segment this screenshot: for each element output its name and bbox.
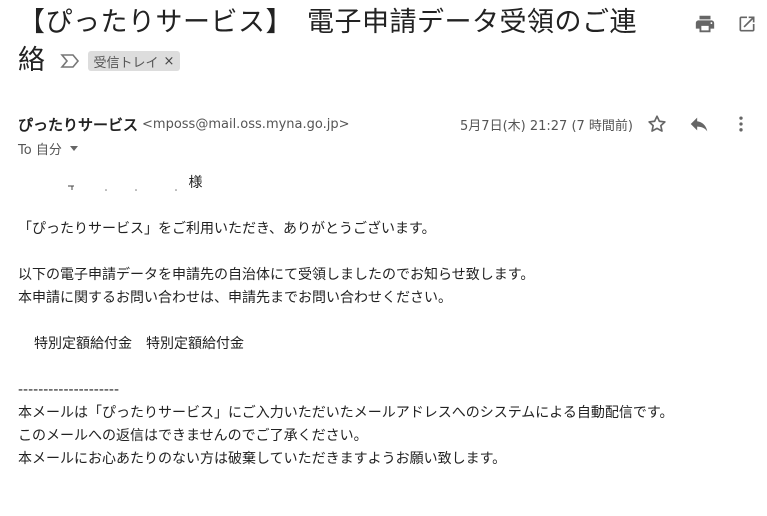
importance-marker-icon[interactable]	[59, 52, 80, 70]
body-divider: --------------------	[18, 382, 120, 398]
email-subject-area: 【ぴったりサービス】 電子申請データ受領のご連 絡 受信トレイ ×	[18, 4, 658, 80]
body-line-1: 「ぴったりサービス」をご利用いただき、ありがとうございます。	[18, 221, 436, 237]
body-line-2: 以下の電子申請データを申請先の自治体にて受領しましたのでお知らせ致します。	[18, 267, 535, 283]
to-label: To 自分	[18, 143, 62, 158]
star-icon[interactable]	[645, 112, 669, 136]
more-vert-icon[interactable]	[729, 112, 753, 136]
email-subject-line-2: 絡	[18, 45, 46, 76]
remove-label-icon[interactable]: ×	[164, 54, 175, 69]
sender-row: ぴったりサービス <mposs@mail.oss.myna.go.jp> 5月7…	[18, 112, 753, 136]
inbox-label-chip: 受信トレイ ×	[87, 51, 181, 71]
message-actions	[645, 112, 753, 136]
email-subject-line-2-row: 絡 受信トレイ ×	[18, 42, 658, 80]
redacted-name	[66, 178, 184, 191]
footer-line-2: このメールへの返信はできませんのでご了承ください。	[18, 428, 368, 444]
footer-line-1: 本メールは「ぴったりサービス」にご入力いただいたメールアドレスへのシステムによる…	[18, 405, 674, 421]
footer-line-3: 本メールにお心あたりのない方は破棄していただきますようお願い致します。	[18, 451, 507, 467]
print-icon[interactable]	[693, 12, 717, 36]
chevron-down-icon	[69, 146, 78, 151]
sender-email: <mposs@mail.oss.myna.go.jp>	[142, 116, 350, 132]
email-body: 様 「ぴったりサービス」をご利用いただき、ありがとうございます。 以下の電子申請…	[18, 172, 758, 471]
open-in-new-window-icon[interactable]	[735, 12, 759, 36]
email-date: 5月7日(木) 21:27 (7 時間前)	[460, 118, 633, 134]
subject-toolbar	[693, 12, 759, 36]
recipient-suffix: 様	[188, 175, 203, 191]
body-line-3: 本申請に関するお問い合わせは、申請先までお問い合わせください。	[18, 290, 452, 306]
recipient-line: 様	[18, 172, 758, 195]
recipient-details-toggle[interactable]: To 自分	[18, 139, 78, 158]
body-line-4: 特別定額給付金 特別定額給付金	[34, 336, 244, 352]
sender-name[interactable]: ぴったりサービス	[18, 114, 138, 135]
email-subject-line-1: 【ぴったりサービス】 電子申請データ受領のご連	[18, 7, 637, 38]
reply-icon[interactable]	[687, 112, 711, 136]
inbox-label-text: 受信トレイ	[93, 55, 159, 71]
